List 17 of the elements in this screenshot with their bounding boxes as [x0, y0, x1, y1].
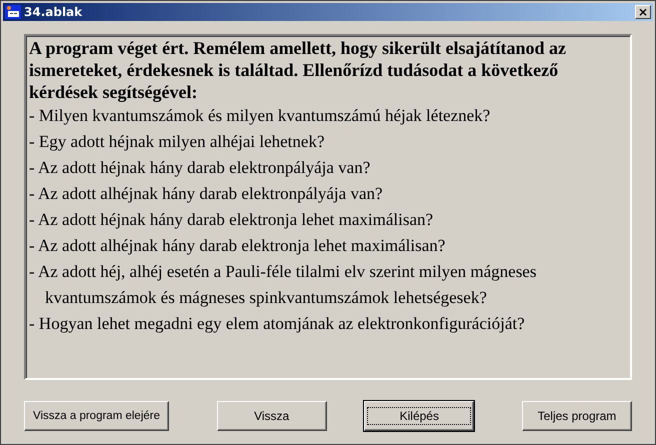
question-text: - Hogyan lehet megadni egy elem atomjának az elektronkonfigurációját?	[29, 313, 525, 335]
question-text: kvantumszámok és mágneses spinkvantumszámok lehetségesek?	[44, 287, 487, 309]
window-title: 34.ablak	[24, 5, 84, 19]
intro-text: A program véget ért. Remélem amellett, hogy sikerült elsajátítanod az ismereteket, érdekesnek is találtad. Ellenőrízd tudásodat a következő kérdések segítségével:	[29, 37, 568, 103]
question-text: - Az adott héjnak hány darab elektronpályája van?	[29, 157, 370, 179]
question-text: - Az adott alhéjnak hány darab elektronpályája van?	[29, 183, 383, 205]
question-text: - Milyen kvantumszámok és milyen kvantumszámú héjak léteznek?	[29, 105, 490, 127]
question-text: - Az adott alhéjnak hány darab elektronja lehet maximálisan?	[29, 235, 446, 257]
action-button[interactable]: Teljes program	[522, 401, 632, 431]
action-button[interactable]: Vissza a program elejére	[24, 401, 169, 431]
question-text: - Egy adott héjnak milyen alhéjai lehetnek?	[29, 131, 324, 153]
question-text: - Az adott héjnak hány darab elektronja lehet maximálisan?	[29, 209, 434, 231]
action-button[interactable]: Vissza	[216, 401, 327, 431]
question-text: - Az adott héj, alhéj esetén a Pauli-féle tilalmi elv szerint milyen mágneses	[29, 261, 536, 283]
window-icon	[5, 5, 21, 19]
close-button[interactable]: ×	[635, 5, 651, 19]
action-button[interactable]: Kilépés	[364, 401, 474, 431]
